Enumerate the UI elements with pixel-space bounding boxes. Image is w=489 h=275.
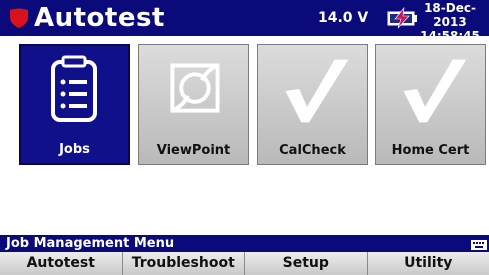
softkey-utility[interactable]: Utility <box>367 252 489 275</box>
tile-label-home-cert: Home Cert <box>391 143 470 158</box>
tile-label-viewpoint: ViewPoint <box>156 143 231 158</box>
softkey-autotest[interactable]: Autotest <box>0 252 123 275</box>
softkey-setup[interactable]: Setup <box>245 252 368 275</box>
app-title: Autotest <box>34 3 165 33</box>
fiber-endface-icon <box>170 63 220 113</box>
date-text: 18-Dec-2013 <box>424 1 476 29</box>
calcheck-tile[interactable]: CalCheck <box>257 44 368 165</box>
status-text: Job Management Menu <box>6 236 175 251</box>
status-bar: Job Management Menu <box>0 235 489 252</box>
main-menu: Jobs ViewPoint CalCheck Home Cert <box>0 36 489 235</box>
title-bar: Autotest 14.0 V 18-Dec-2013 14:58:45 <box>0 0 489 43</box>
checkmark-icon <box>403 59 467 123</box>
softkey-troubleshoot[interactable]: Troubleshoot <box>122 252 245 275</box>
clipboard-list-icon <box>51 55 97 122</box>
red-shield-icon <box>10 8 28 28</box>
softkey-bar: Autotest Troubleshoot Setup Utility <box>0 252 489 275</box>
tile-label-calcheck: CalCheck <box>279 143 346 158</box>
viewpoint-tile[interactable]: ViewPoint <box>138 44 249 165</box>
jobs-tile[interactable]: Jobs <box>19 44 130 165</box>
home-cert-tile[interactable]: Home Cert <box>375 44 486 165</box>
tile-label-jobs: Jobs <box>59 142 90 157</box>
checkmark-icon <box>285 59 349 123</box>
voltage-readout: 14.0 V <box>318 10 369 26</box>
keyboard-icon[interactable] <box>471 236 487 250</box>
